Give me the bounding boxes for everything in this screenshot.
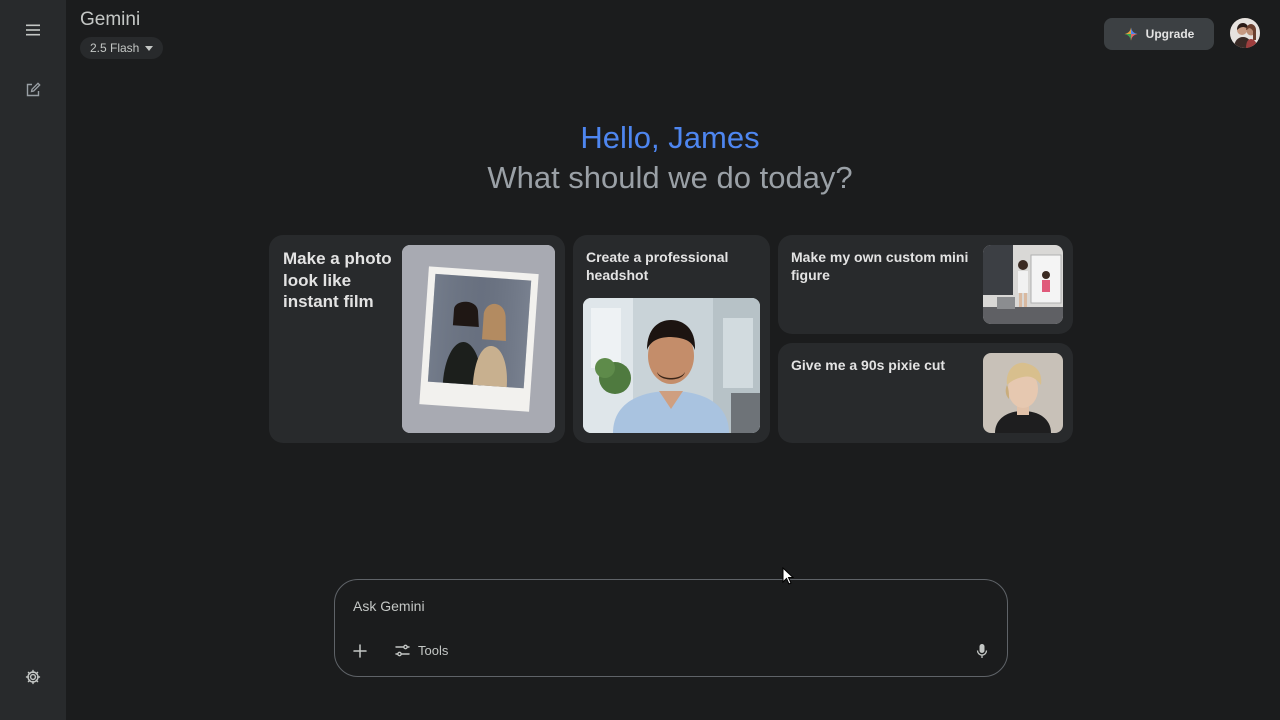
new-chat-button[interactable]: [17, 74, 49, 106]
greeting-hello: Hello, James: [580, 120, 760, 155]
suggestion-card-pixie-cut[interactable]: Give me a 90s pixie cut: [778, 343, 1073, 443]
card-title: Give me a 90s pixie cut: [791, 357, 946, 373]
suggestion-card-mini-figure[interactable]: Make my own custom mini figure: [778, 235, 1073, 334]
suggestion-card-instant-film[interactable]: Make a photo look like instant film: [269, 235, 565, 443]
upgrade-button[interactable]: Upgrade: [1104, 18, 1214, 50]
tools-icon: [395, 644, 410, 656]
greeting-prompt: What should we do today?: [487, 160, 853, 195]
card-title: Make my own custom mini figure: [791, 249, 969, 283]
mic-button[interactable]: [971, 640, 993, 662]
model-selector[interactable]: 2.5 Flash: [80, 37, 164, 59]
menu-icon: [26, 24, 40, 36]
sidebar: [0, 0, 66, 720]
tools-button[interactable]: Tools: [395, 639, 448, 661]
settings-icon: [25, 669, 41, 685]
card-title: Create a professional headshot: [586, 249, 729, 283]
prompt-input[interactable]: [353, 598, 953, 614]
add-button[interactable]: [349, 640, 371, 662]
chevron-down-icon: [145, 45, 154, 51]
prompt-composer: Tools: [334, 579, 1008, 677]
plus-icon: [353, 644, 367, 658]
mini-figure-image: [983, 245, 1063, 324]
instant-film-image: [402, 245, 555, 433]
upgrade-label: Upgrade: [1145, 27, 1195, 41]
headshot-image: [583, 298, 760, 433]
settings-button[interactable]: [17, 661, 49, 693]
mic-icon: [976, 644, 988, 658]
tools-label: Tools: [418, 642, 449, 658]
model-label: 2.5 Flash: [90, 41, 140, 55]
new-chat-icon: [26, 82, 41, 97]
menu-button[interactable]: [17, 14, 49, 46]
pixie-cut-image: [983, 353, 1063, 433]
sparkle-icon: [1124, 27, 1138, 41]
app-title: Gemini: [80, 9, 141, 30]
suggestion-card-headshot[interactable]: Create a professional headshot: [573, 235, 770, 443]
avatar[interactable]: [1230, 18, 1260, 48]
card-title: Make a photo look like instant film: [283, 249, 392, 311]
mouse-cursor-icon: [782, 567, 794, 585]
